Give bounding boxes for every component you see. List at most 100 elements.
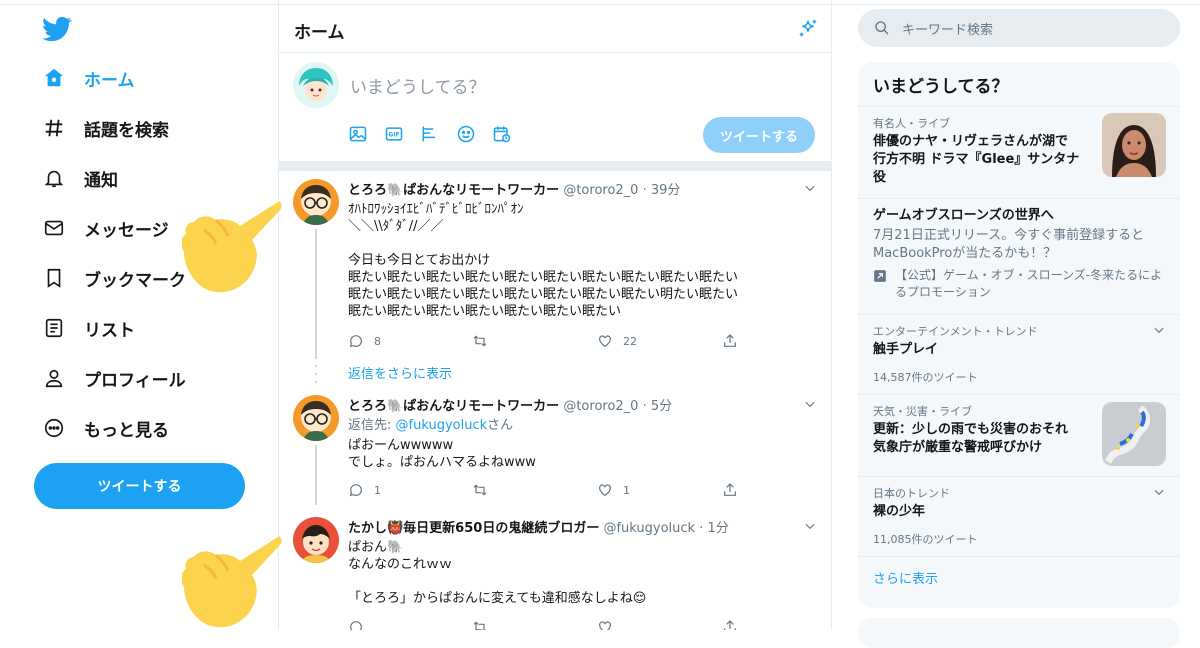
- promoted-trend[interactable]: ゲームオブスローンズの世界へ 7月21日正式リリース。今すぐ事前登録すると Ma…: [858, 198, 1180, 315]
- like-button[interactable]: 1: [597, 482, 630, 498]
- handle[interactable]: @tororo2_0: [563, 183, 638, 198]
- reply-to-prefix: 返信先:: [348, 418, 392, 433]
- trends-panel: いまどうしてる？ 有名人・ライブ 俳優のナヤ・リヴェラさんが湖で 行方不明 ドラ…: [858, 62, 1180, 608]
- chevron-down-icon[interactable]: [803, 181, 817, 195]
- like-button[interactable]: 22: [597, 333, 637, 349]
- tweet[interactable]: とろろ🐘ぱおんなリモートワーカー @tororo2_0 · 39分 ｵﾊﾄﾛﾜｯ…: [279, 171, 831, 389]
- reply-button[interactable]: [348, 619, 364, 630]
- share-button[interactable]: [722, 482, 738, 498]
- timestamp[interactable]: 1分: [708, 521, 729, 536]
- profile-icon: [40, 364, 68, 392]
- gif-icon[interactable]: GIF: [383, 123, 405, 145]
- display-name[interactable]: たかし👹毎日更新650日の鬼継続ブロガー: [348, 521, 599, 536]
- trend-item[interactable]: エンターテインメント・トレンド 触手プレイ 14,587件のツイート: [858, 314, 1180, 395]
- compose-tweet-button[interactable]: ツイートする: [703, 117, 815, 153]
- avatar[interactable]: [293, 517, 339, 563]
- like-count: 22: [623, 334, 637, 348]
- trend-tweet-count: 11,085件のツイート: [873, 533, 978, 546]
- reply-to-handle[interactable]: @fukugyoluck: [396, 418, 488, 433]
- nav-notifications[interactable]: 通知: [30, 156, 118, 200]
- search-input[interactable]: キーワード検索: [902, 19, 993, 38]
- tweet[interactable]: たかし👹毎日更新650日の鬼継続ブロガー @fukugyoluck · 1分 ぱ…: [279, 509, 831, 630]
- timestamp[interactable]: 5分: [651, 399, 672, 414]
- chevron-down-icon[interactable]: [803, 397, 817, 411]
- chevron-down-icon[interactable]: [1152, 485, 1166, 499]
- trend-description: 7月21日正式リリース。今すぐ事前登録すると MacBookProが当たるかも！…: [873, 228, 1145, 261]
- handle[interactable]: @fukugyoluck: [603, 521, 695, 536]
- tweet-actions: 8 22: [348, 333, 748, 353]
- heart-icon: [599, 484, 611, 497]
- tweet-text: ｵﾊﾄﾛﾜｯｼｮｲｴﾋﾞﾊﾞﾃﾞﾋﾞﾛﾋﾞﾛﾝﾊﾟｵﾝ ＼＼\\ﾀﾞﾀﾞ//／／…: [348, 202, 739, 319]
- trend-item[interactable]: 日本のトレンド 裸の少年 11,085件のツイート: [858, 476, 1180, 557]
- tweet-button[interactable]: ツイートする: [34, 463, 245, 509]
- nav-label: もっと見る: [84, 420, 169, 441]
- trend-title: 俳優のナヤ・リヴェラさんが湖で 行方不明 ドラマ『Glee』サンタナ 役: [873, 134, 1080, 185]
- reply-button[interactable]: 8: [348, 333, 381, 349]
- avatar[interactable]: [293, 179, 339, 225]
- tweet-header: とろろ🐘ぱおんなリモートワーカー @tororo2_0 · 5分: [348, 395, 672, 414]
- promoted-text: 【公式】ゲーム・オブ・スローンズ-冬来たるによ るプロモーション: [895, 268, 1163, 299]
- schedule-icon[interactable]: [491, 123, 513, 145]
- trends-title: いまどうしてる？: [873, 77, 1009, 97]
- display-name[interactable]: とろろ🐘ぱおんなリモートワーカー: [348, 399, 559, 414]
- like-button[interactable]: [597, 619, 613, 630]
- trend-item[interactable]: 天気・災害・ライブ 更新：少しの雨でも災害のおそれ 気象庁が厳重な警戒呼びかけ: [858, 394, 1180, 477]
- tweet-header: たかし👹毎日更新650日の鬼継続ブロガー @fukugyoluck · 1分: [348, 517, 729, 536]
- image-icon[interactable]: [347, 123, 369, 145]
- emoji-icon[interactable]: [455, 123, 477, 145]
- list-icon: [40, 314, 68, 342]
- timeline-header: ホーム: [279, 4, 831, 53]
- retweet-button[interactable]: [471, 619, 489, 630]
- poll-icon[interactable]: [419, 123, 441, 145]
- nav-profile[interactable]: プロフィール: [30, 356, 186, 400]
- share-button[interactable]: [722, 333, 738, 349]
- show-more-trends-link[interactable]: さらに表示: [873, 568, 938, 587]
- heart-icon: [599, 335, 611, 348]
- nav-more[interactable]: もっと見る: [30, 406, 169, 450]
- nav-label: プロフィール: [84, 370, 186, 391]
- mail-icon: [40, 214, 68, 242]
- trend-item[interactable]: 有名人・ライブ 俳優のナヤ・リヴェラさんが湖で 行方不明 ドラマ『Glee』サン…: [858, 106, 1180, 199]
- trend-thumbnail: [1102, 113, 1166, 177]
- avatar[interactable]: [293, 62, 339, 108]
- svg-text:GIF: GIF: [389, 133, 400, 139]
- bookmark-icon: [40, 264, 68, 292]
- trend-title: 裸の少年: [873, 504, 926, 519]
- nav-messages[interactable]: メッセージ: [30, 206, 169, 250]
- home-icon: [40, 64, 68, 92]
- hashtag-icon: [40, 114, 68, 142]
- thread-line: [315, 229, 317, 359]
- tweet[interactable]: とろろ🐘ぱおんなリモートワーカー @tororo2_0 · 5分 返信先: @f…: [279, 387, 831, 507]
- nav-bookmarks[interactable]: ブックマーク: [30, 256, 186, 300]
- search-icon: [875, 21, 889, 35]
- retweet-button[interactable]: [471, 333, 489, 349]
- chevron-down-icon[interactable]: [1152, 323, 1166, 337]
- handle[interactable]: @tororo2_0: [563, 399, 638, 414]
- sparkle-icon[interactable]: [797, 18, 819, 40]
- nav-lists[interactable]: リスト: [30, 306, 135, 350]
- timestamp[interactable]: 39分: [651, 183, 681, 198]
- retweet-button[interactable]: [471, 482, 489, 498]
- avatar[interactable]: [293, 395, 339, 441]
- show-more-replies-link[interactable]: 返信をさらに表示: [348, 363, 452, 382]
- tweet-text: ぱおん🐘 なんなのこれｗｗ 「とろろ」からぱおんに変えても違和感なしよね😌: [348, 540, 647, 606]
- composer-input[interactable]: いまどうしてる？: [350, 73, 486, 98]
- nav-home[interactable]: ホーム: [30, 56, 135, 100]
- trend-category: 有名人・ライブ: [873, 117, 950, 130]
- search-box[interactable]: キーワード検索: [858, 9, 1180, 47]
- display-name[interactable]: とろろ🐘ぱおんなリモートワーカー: [348, 183, 559, 198]
- tweet-text: ぱおーんwwwww でしょ。ぱおんハマるよねwww: [348, 438, 536, 470]
- chevron-down-icon[interactable]: [803, 519, 817, 533]
- trend-category: 日本のトレンド: [873, 487, 950, 500]
- nav-explore[interactable]: 話題を検索: [30, 106, 169, 150]
- reply-button[interactable]: 1: [348, 482, 381, 498]
- tweet-actions: [348, 619, 748, 630]
- timeline: ホーム いまどうしてる？ GIF ツイートする とろろ🐘ぱおんなリモートワーカー…: [278, 0, 832, 630]
- nav-label: リスト: [84, 320, 135, 341]
- reply-count: 8: [374, 334, 381, 348]
- trend-thumbnail: [1102, 402, 1166, 466]
- pointing-hand-icon: [182, 536, 282, 628]
- twitter-logo-icon[interactable]: [42, 14, 72, 44]
- trend-title: ゲームオブスローンズの世界へ: [873, 208, 1054, 223]
- share-button[interactable]: [722, 619, 738, 630]
